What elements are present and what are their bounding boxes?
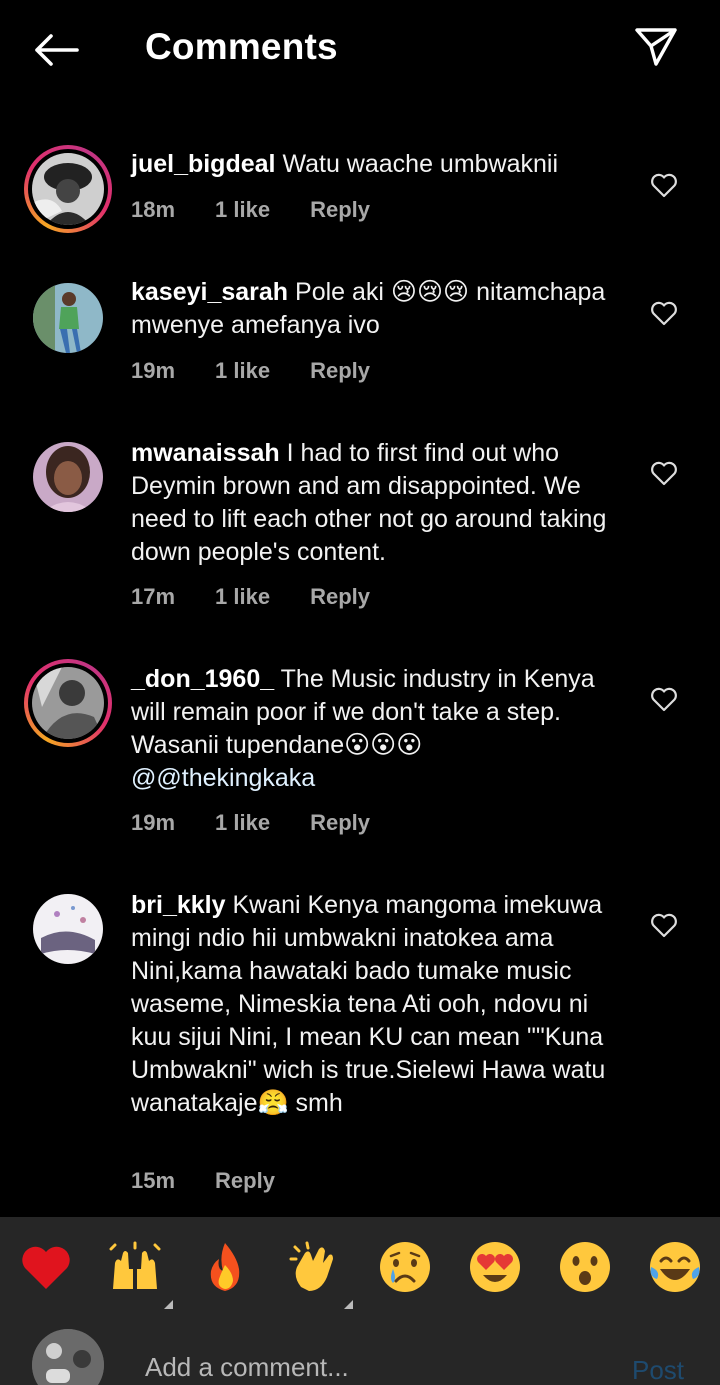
heart-outline-icon[interactable]	[650, 912, 678, 938]
raised-hands-emoji-button[interactable]	[107, 1239, 173, 1309]
comment-likes[interactable]: 1 like	[215, 810, 270, 836]
arrow-left-icon	[35, 34, 79, 66]
comment-username[interactable]: mwanaissah	[131, 439, 280, 467]
comment-time: 17m	[131, 584, 176, 609]
heart-eyes-icon	[470, 1242, 520, 1292]
comment-meta: 19m 1 like Reply	[131, 358, 410, 384]
comment-meta: 15m Reply	[131, 1168, 315, 1194]
reply-button[interactable]: Reply	[310, 197, 370, 223]
reply-button[interactable]: Reply	[310, 810, 370, 836]
comment-time: 19m	[131, 810, 176, 835]
comment-username[interactable]: kaseyi_sarah	[131, 278, 288, 306]
avatar[interactable]	[33, 283, 103, 353]
paper-plane-icon	[635, 28, 677, 66]
crying-face-icon	[380, 1242, 430, 1292]
heart-outline-icon[interactable]	[650, 172, 678, 198]
avatar-image	[33, 442, 103, 512]
comment-body: _don_1960_ The Music industry in Kenya w…	[131, 663, 631, 795]
comment-body: bri_kkly Kwani Kenya mangoma imekuwa min…	[131, 889, 631, 1120]
avatar-image	[33, 894, 103, 964]
comment-body: juel_bigdeal Watu waache umbwaknii	[131, 148, 631, 181]
avatar[interactable]	[33, 894, 103, 964]
comment-text: Kwani Kenya mangoma imekuwa mingi ndio h…	[131, 891, 606, 1117]
avatar	[32, 153, 104, 225]
comment-meta: 18m 1 like Reply	[131, 197, 410, 223]
page-title: Comments	[145, 26, 338, 67]
comment-time: 18m	[131, 197, 176, 222]
raised-hands-icon	[109, 1241, 161, 1289]
comment-likes[interactable]: 1 like	[215, 584, 270, 610]
story-avatar[interactable]	[24, 145, 112, 233]
comment-username[interactable]: bri_kkly	[131, 891, 226, 919]
heart-outline-icon[interactable]	[650, 686, 678, 712]
post-button[interactable]: Post	[632, 1355, 684, 1385]
current-user-avatar	[32, 1329, 104, 1385]
crying-face-emoji-button[interactable]	[377, 1239, 433, 1295]
heart-emoji-button[interactable]	[18, 1239, 74, 1295]
comment-body: mwanaissah I had to first find out who D…	[131, 437, 631, 569]
comment-input[interactable]	[145, 1347, 605, 1385]
heart-outline-icon[interactable]	[650, 460, 678, 486]
skin-tone-indicator	[164, 1300, 173, 1309]
avatar-image	[32, 1329, 104, 1385]
comment-time: 19m	[131, 358, 176, 383]
reply-button[interactable]: Reply	[310, 584, 370, 610]
comment-mention[interactable]: @@thekingkaka	[131, 764, 315, 792]
surprised-face-icon	[560, 1242, 610, 1292]
back-button[interactable]	[28, 26, 84, 74]
comment-text: Watu waache umbwaknii	[282, 150, 559, 178]
red-heart-icon	[22, 1246, 70, 1289]
clapping-hands-emoji-button[interactable]	[287, 1239, 353, 1309]
heart-eyes-emoji-button[interactable]	[467, 1239, 523, 1295]
avatar-image	[33, 283, 103, 353]
fire-emoji-button[interactable]	[197, 1239, 253, 1295]
skin-tone-indicator	[344, 1300, 353, 1309]
comment-username[interactable]: juel_bigdeal	[131, 150, 275, 178]
avatar[interactable]	[33, 442, 103, 512]
comment-time: 15m	[131, 1168, 176, 1193]
fire-icon	[210, 1243, 240, 1291]
surprised-face-emoji-button[interactable]	[557, 1239, 613, 1295]
comment-body: kaseyi_sarah Pole aki 😢😢😢 nitamchapa mwe…	[131, 276, 631, 342]
reply-button[interactable]: Reply	[310, 358, 370, 384]
reply-button[interactable]: Reply	[215, 1168, 275, 1194]
emoji-reaction-bar	[0, 1217, 720, 1319]
comment-username[interactable]: _don_1960_	[131, 665, 274, 693]
share-button[interactable]	[628, 22, 684, 72]
comment-meta: 19m 1 like Reply	[131, 810, 410, 836]
comment-meta: 17m 1 like Reply	[131, 584, 410, 610]
avatar	[32, 667, 104, 739]
clapping-hands-icon	[289, 1241, 333, 1291]
tears-of-joy-emoji-button[interactable]	[647, 1239, 703, 1295]
comment-likes[interactable]: 1 like	[215, 358, 270, 384]
comment-likes[interactable]: 1 like	[215, 197, 270, 223]
story-avatar[interactable]	[24, 659, 112, 747]
header-bar: Comments	[0, 0, 720, 100]
tears-of-joy-icon	[650, 1242, 700, 1292]
comment-composer: Post	[0, 1319, 720, 1385]
heart-outline-icon[interactable]	[650, 300, 678, 326]
